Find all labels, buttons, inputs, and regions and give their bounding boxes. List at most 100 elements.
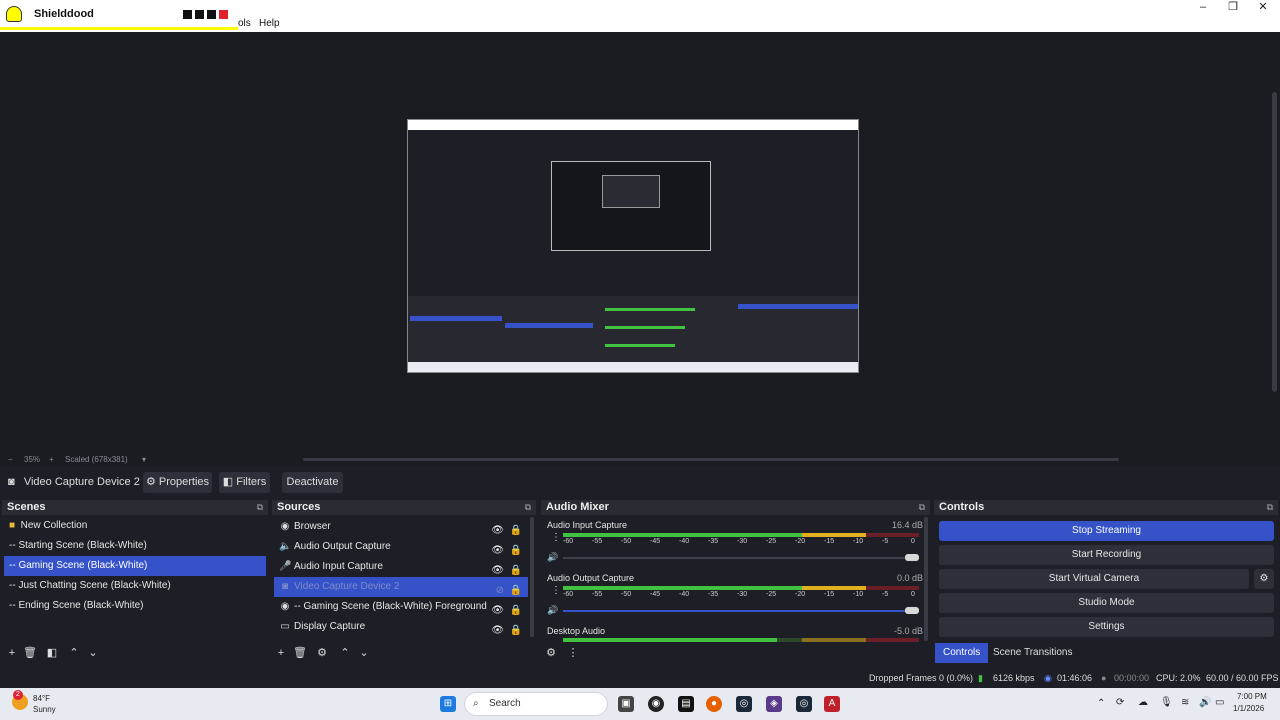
visibility-eye-icon[interactable]: 👁: [491, 521, 504, 537]
lock-icon[interactable]: 🔒: [510, 561, 522, 577]
add-icon[interactable]: +: [5, 646, 19, 660]
scene-item-selected[interactable]: -- Gaming Scene (Black-White): [4, 556, 266, 576]
preview-nested-meter: [605, 308, 695, 311]
steam-icon[interactable]: ◎: [796, 696, 812, 712]
lock-icon[interactable]: 🔒: [510, 581, 522, 597]
taskbar-search[interactable]: ⌕ Search: [464, 692, 608, 716]
speaker-icon[interactable]: 🔊: [547, 552, 558, 563]
slider-knob[interactable]: [905, 607, 919, 614]
hidden-eye-icon[interactable]: ⊘: [496, 581, 504, 597]
source-item[interactable]: ▭ Display Capture 👁 🔒: [274, 617, 528, 637]
zoom-out-button[interactable]: −: [8, 455, 13, 464]
add-icon[interactable]: +: [274, 646, 288, 660]
battery-icon[interactable]: ▭: [1215, 697, 1224, 708]
chevron-up-icon[interactable]: ⌃: [1097, 698, 1105, 709]
volume-slider[interactable]: [563, 554, 919, 561]
preview-vertical-scrollbar[interactable]: [1270, 32, 1280, 452]
menu-help[interactable]: Help: [259, 18, 280, 29]
maximize-button[interactable]: ❐: [1218, 0, 1248, 16]
undock-icon[interactable]: ⧉: [1267, 500, 1273, 515]
filter-icon[interactable]: ◧: [45, 646, 59, 660]
settings-button[interactable]: Settings: [939, 617, 1274, 637]
firefox-icon[interactable]: ●: [706, 696, 722, 712]
scene-item[interactable]: -- Starting Scene (Black-White): [4, 536, 266, 556]
meter-red: [865, 533, 919, 537]
lock-icon[interactable]: 🔒: [510, 521, 522, 537]
wifi-icon[interactable]: ≋: [1181, 697, 1189, 708]
sources-scrollbar[interactable]: [530, 517, 534, 637]
scene-item[interactable]: -- Just Chatting Scene (Black-White): [4, 576, 266, 596]
trash-icon[interactable]: 🗑: [23, 646, 37, 660]
undock-icon[interactable]: ⧉: [525, 500, 531, 515]
scene-item[interactable]: -- Ending Scene (Black-White): [4, 596, 266, 616]
clock-time[interactable]: 7:00 PM: [1237, 692, 1267, 701]
scale-tick-label: -5: [882, 591, 889, 598]
undock-icon[interactable]: ⧉: [919, 500, 925, 515]
close-button[interactable]: ✕: [1248, 0, 1278, 16]
lock-icon[interactable]: 🔒: [510, 621, 522, 637]
source-item[interactable]: 🎤 Audio Input Capture 👁 🔒: [274, 557, 528, 577]
microphone-icon[interactable]: 🎙: [1160, 697, 1173, 708]
visibility-eye-icon[interactable]: 👁: [491, 601, 504, 617]
app-icon[interactable]: ◈: [766, 696, 782, 712]
obs-icon[interactable]: ◉: [648, 696, 664, 712]
scrollbar-thumb[interactable]: [1272, 92, 1277, 392]
source-item[interactable]: 🔈 Audio Output Capture 👁 🔒: [274, 537, 528, 557]
terminal-icon[interactable]: ▤: [678, 696, 694, 712]
filters-label: Filters: [236, 476, 267, 488]
tab-controls[interactable]: Controls: [935, 643, 989, 663]
start-recording-button[interactable]: Start Recording: [939, 545, 1274, 565]
visibility-eye-icon[interactable]: 👁: [491, 561, 504, 577]
fps: 60.00 / 60.00 FPS: [1206, 673, 1279, 683]
minimize-button[interactable]: –: [1188, 0, 1218, 16]
search-placeholder: Search: [489, 698, 521, 709]
steam-icon[interactable]: ◎: [736, 696, 752, 712]
scene-collection-folder[interactable]: ■ New Collection: [4, 516, 266, 536]
speaker-icon[interactable]: 🔊: [547, 605, 558, 616]
studio-mode-button[interactable]: Studio Mode: [939, 593, 1274, 613]
zoom-in-button[interactable]: +: [49, 455, 54, 464]
mixer-settings-icon[interactable]: ⚙: [544, 646, 558, 660]
scale-tick-label: -10: [853, 591, 864, 598]
stop-streaming-button[interactable]: Stop Streaming: [939, 521, 1274, 541]
tab-scene-transitions[interactable]: Scene Transitions: [985, 643, 1081, 663]
gear-icon[interactable]: ⚙: [315, 646, 329, 660]
adobe-icon[interactable]: A: [824, 696, 840, 712]
virtual-camera-gear-icon[interactable]: ⚙: [1254, 569, 1274, 589]
deactivate-button[interactable]: Deactivate: [282, 472, 343, 493]
lock-icon[interactable]: 🔒: [510, 541, 522, 557]
move-up-icon[interactable]: ⌃: [67, 646, 81, 660]
meter-yellow: [801, 586, 866, 590]
slider-knob[interactable]: [905, 554, 919, 561]
mixer-menu-icon[interactable]: ⋮: [566, 646, 580, 660]
visibility-eye-icon[interactable]: 👁: [491, 621, 504, 637]
clock-date[interactable]: 1/1/2026: [1233, 704, 1264, 713]
weather-temp: 84°F: [33, 694, 50, 703]
sync-icon[interactable]: ⟳: [1116, 697, 1124, 708]
move-up-icon[interactable]: ⌃: [338, 646, 352, 660]
start-virtual-camera-button[interactable]: Start Virtual Camera: [939, 569, 1249, 589]
source-item[interactable]: ◉ -- Gaming Scene (Black-White) Foregrou…: [274, 597, 528, 617]
properties-button[interactable]: ⚙ Properties: [143, 472, 212, 493]
move-down-icon[interactable]: ⌄: [357, 646, 371, 660]
filters-button[interactable]: ◧ Filters: [219, 472, 270, 493]
windows-start-icon[interactable]: ⊞: [440, 696, 456, 712]
move-down-icon[interactable]: ⌄: [86, 646, 100, 660]
menu-tools[interactable]: ols: [238, 18, 251, 29]
volume-icon[interactable]: 🔊: [1199, 697, 1211, 708]
volume-slider[interactable]: [563, 607, 919, 614]
scale-tick-label: 0: [911, 538, 915, 545]
preview-horizontal-scrollbar[interactable]: [303, 458, 1119, 461]
channel-menu-icon[interactable]: ⋮: [551, 585, 561, 596]
visibility-eye-icon[interactable]: 👁: [491, 541, 504, 557]
mixer-scrollbar[interactable]: [924, 517, 928, 641]
trash-icon[interactable]: 🗑: [293, 646, 307, 660]
zoom-dropdown-icon[interactable]: ▾: [142, 455, 146, 464]
undock-icon[interactable]: ⧉: [257, 500, 263, 515]
cloud-icon[interactable]: ☁: [1138, 697, 1148, 708]
task-view-icon[interactable]: ▣: [618, 696, 634, 712]
lock-icon[interactable]: 🔒: [510, 601, 522, 617]
source-item-selected[interactable]: ◙ Video Capture Device 2 ⊘ 🔒: [274, 577, 528, 597]
channel-menu-icon[interactable]: ⋮: [551, 532, 561, 543]
source-item[interactable]: ◉ Browser 👁 🔒: [274, 517, 528, 537]
